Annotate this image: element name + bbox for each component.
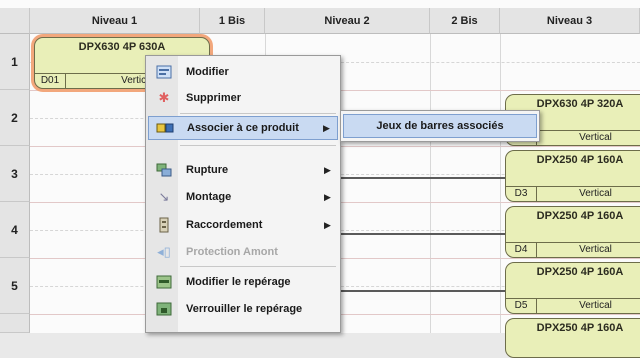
menu-item-label: Verrouiller le repérage	[186, 303, 303, 315]
menu-item-label: Rupture	[186, 164, 229, 176]
menu-item-label: Raccordement	[186, 219, 263, 231]
protection-icon: ◂▯	[157, 244, 171, 259]
row-header-3[interactable]: 3	[0, 146, 30, 202]
device-name: DPX250 4P 160A	[536, 210, 624, 222]
device-block[interactable]: DPX250 4P 160A D4 Vertical	[505, 206, 640, 258]
menu-item-associer[interactable]: Associer à ce produit ▶	[148, 116, 338, 140]
row-header-5[interactable]: 5	[0, 258, 30, 314]
menu-separator	[180, 266, 336, 267]
submenu-arrow-icon: ▶	[324, 191, 331, 202]
device-name: DPX250 4P 160A	[536, 154, 624, 166]
bus-connection-line	[340, 290, 508, 292]
row-header-1[interactable]: 1	[0, 34, 30, 90]
submenu-item-jeux-de-barres[interactable]: Jeux de barres associés	[343, 114, 537, 138]
menu-item-raccordement[interactable]: Raccordement ▶	[148, 213, 338, 237]
connection-icon	[154, 217, 174, 233]
menu-item-protection-amont: ◂▯ Protection Amont	[148, 240, 338, 264]
device-name: DPX630 4P 630A	[78, 41, 166, 53]
context-menu: Modifier ✱ Supprimer Associer à ce produ…	[145, 55, 341, 333]
submenu-arrow-icon: ▶	[324, 219, 331, 230]
column-header-1-bis[interactable]: 1 Bis	[200, 8, 265, 34]
row-header-4[interactable]: 4	[0, 202, 30, 258]
submenu-item-label: Jeux de barres associés	[376, 120, 504, 132]
associate-icon	[155, 120, 175, 136]
menu-separator	[180, 113, 336, 114]
device-name: DPX250 4P 160A	[536, 266, 624, 278]
device-tag: D3	[506, 187, 537, 201]
rupture-icon	[154, 162, 174, 178]
edit-icon	[154, 64, 174, 80]
device-orientation: Vertical	[579, 244, 612, 255]
device-orientation: Vertical	[579, 132, 612, 143]
menu-item-label: Associer à ce produit	[187, 122, 299, 134]
device-name: DPX630 4P 320A	[536, 98, 624, 110]
device-block[interactable]: DPX250 4P 160A D5 Vertical	[505, 262, 640, 314]
row-header-2[interactable]: 2	[0, 90, 30, 146]
grid-line	[500, 34, 501, 333]
menu-item-supprimer[interactable]: ✱ Supprimer	[148, 86, 338, 110]
device-name: DPX250 4P 160A	[536, 322, 624, 334]
menu-item-rupture[interactable]: Rupture ▶	[148, 158, 338, 182]
row-header-6	[0, 314, 30, 333]
lock-marking-icon	[154, 301, 174, 317]
menu-item-label: Montage	[186, 191, 232, 203]
bus-connection-line	[340, 177, 508, 179]
menu-item-montage[interactable]: ↘ Montage ▶	[148, 185, 338, 209]
menu-item-verrouiller-reperage[interactable]: Verrouiller le repérage	[148, 297, 338, 321]
bus-connection-line	[340, 233, 508, 235]
mounting-icon: ↘	[158, 189, 170, 204]
grid-corner	[0, 8, 30, 34]
edit-marking-icon	[154, 274, 174, 290]
device-orientation: Vertical	[579, 300, 612, 311]
menu-item-label: Supprimer	[186, 92, 242, 104]
device-orientation: Vertical	[579, 188, 612, 199]
associate-submenu: Jeux de barres associés	[340, 110, 540, 142]
device-tag: D4	[506, 243, 537, 257]
menu-item-modifier-reperage[interactable]: Modifier le repérage	[148, 270, 338, 294]
menu-item-label: Protection Amont	[186, 246, 278, 258]
grid-line	[430, 34, 431, 333]
submenu-arrow-icon: ▶	[323, 122, 330, 133]
column-header-niveau-3[interactable]: Niveau 3	[500, 8, 640, 34]
column-header-niveau-2[interactable]: Niveau 2	[265, 8, 430, 34]
column-header-2-bis[interactable]: 2 Bis	[430, 8, 500, 34]
menu-separator	[180, 145, 336, 146]
delete-icon: ✱	[158, 90, 170, 105]
device-tag: D01	[35, 74, 66, 88]
device-tag: D5	[506, 299, 537, 313]
device-block[interactable]: DPX250 4P 160A	[505, 318, 640, 358]
menu-item-label: Modifier	[186, 66, 229, 78]
column-header-niveau-1[interactable]: Niveau 1	[30, 8, 200, 34]
menu-item-label: Modifier le repérage	[186, 276, 291, 288]
device-block[interactable]: DPX250 4P 160A D3 Vertical	[505, 150, 640, 202]
menu-item-modifier[interactable]: Modifier	[148, 60, 338, 84]
submenu-arrow-icon: ▶	[324, 164, 331, 175]
